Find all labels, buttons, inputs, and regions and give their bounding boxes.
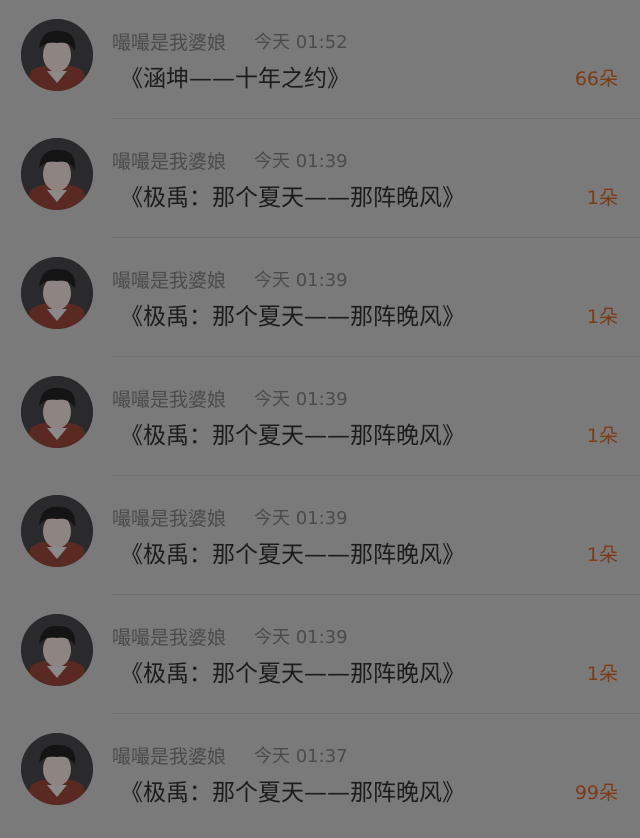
flower-count: 1朵 <box>586 306 618 328</box>
work-title[interactable]: 《极禹：那个夏天——那阵晚风》 <box>120 416 465 450</box>
timestamp: 今天 01:39 <box>254 270 348 291</box>
flower-count: 66朵 <box>574 68 618 90</box>
avatar[interactable] <box>21 19 93 91</box>
work-title[interactable]: 《极禹：那个夏天——那阵晚风》 <box>120 535 465 569</box>
work-title[interactable]: 《极禹：那个夏天——那阵晚风》 <box>120 297 465 331</box>
flower-count: 1朵 <box>586 187 618 209</box>
avatar-portrait-icon <box>21 138 93 210</box>
timestamp: 今天 01:39 <box>254 389 348 410</box>
timestamp: 今天 01:39 <box>254 508 348 529</box>
flower-count: 1朵 <box>586 544 618 566</box>
work-title[interactable]: 《极禹：那个夏天——那阵晚风》 <box>120 654 465 688</box>
flower-count: 99朵 <box>574 782 618 804</box>
avatar-portrait-icon <box>21 614 93 686</box>
avatar-portrait-icon <box>21 733 93 805</box>
timestamp: 今天 01:39 <box>254 151 348 172</box>
avatar[interactable] <box>21 495 93 567</box>
avatar-portrait-icon <box>21 19 93 91</box>
avatar[interactable] <box>21 138 93 210</box>
sender-name: 嘬嘬是我婆娘 <box>112 270 227 292</box>
list-item[interactable]: 嘬嘬是我婆娘 今天 01:39 《极禹：那个夏天——那阵晚风》 1朵 <box>0 357 640 476</box>
work-title[interactable]: 《极禹：那个夏天——那阵晚风》 <box>120 773 465 807</box>
timestamp: 今天 01:37 <box>254 746 348 767</box>
list-item[interactable]: 嘬嘬是我婆娘 今天 01:39 《极禹：那个夏天——那阵晚风》 1朵 <box>0 119 640 238</box>
avatar[interactable] <box>21 376 93 448</box>
avatar-portrait-icon <box>21 376 93 448</box>
avatar[interactable] <box>21 257 93 329</box>
sender-name: 嘬嘬是我婆娘 <box>112 508 227 530</box>
avatar-portrait-icon <box>21 495 93 567</box>
list-item[interactable]: 嘬嘬是我婆娘 今天 01:39 《极禹：那个夏天——那阵晚风》 1朵 <box>0 476 640 595</box>
list-item[interactable]: 嘬嘬是我婆娘 今天 01:52 《涵坤——十年之约》 66朵 <box>0 0 640 119</box>
avatar[interactable] <box>21 733 93 805</box>
sender-name: 嘬嘬是我婆娘 <box>112 389 227 411</box>
sender-name: 嘬嘬是我婆娘 <box>112 32 227 54</box>
list-item[interactable]: 嘬嘬是我婆娘 今天 01:39 《极禹：那个夏天——那阵晚风》 1朵 <box>0 238 640 357</box>
sender-name: 嘬嘬是我婆娘 <box>112 151 227 173</box>
work-title[interactable]: 《涵坤——十年之约》 <box>120 59 350 93</box>
sender-name: 嘬嘬是我婆娘 <box>112 627 227 649</box>
timestamp: 今天 01:39 <box>254 627 348 648</box>
timestamp: 今天 01:52 <box>254 32 348 53</box>
avatar[interactable] <box>21 614 93 686</box>
avatar-portrait-icon <box>21 257 93 329</box>
flower-count: 1朵 <box>586 425 618 447</box>
flower-count: 1朵 <box>586 663 618 685</box>
sender-name: 嘬嘬是我婆娘 <box>112 746 227 768</box>
gift-record-list: 嘬嘬是我婆娘 今天 01:52 《涵坤——十年之约》 66朵 嘬嘬是我婆娘 今天… <box>0 0 640 838</box>
list-item[interactable]: 嘬嘬是我婆娘 今天 01:37 《极禹：那个夏天——那阵晚风》 99朵 <box>0 714 640 833</box>
list-item[interactable]: 嘬嘬是我婆娘 今天 01:39 《极禹：那个夏天——那阵晚风》 1朵 <box>0 595 640 714</box>
work-title[interactable]: 《极禹：那个夏天——那阵晚风》 <box>120 178 465 212</box>
